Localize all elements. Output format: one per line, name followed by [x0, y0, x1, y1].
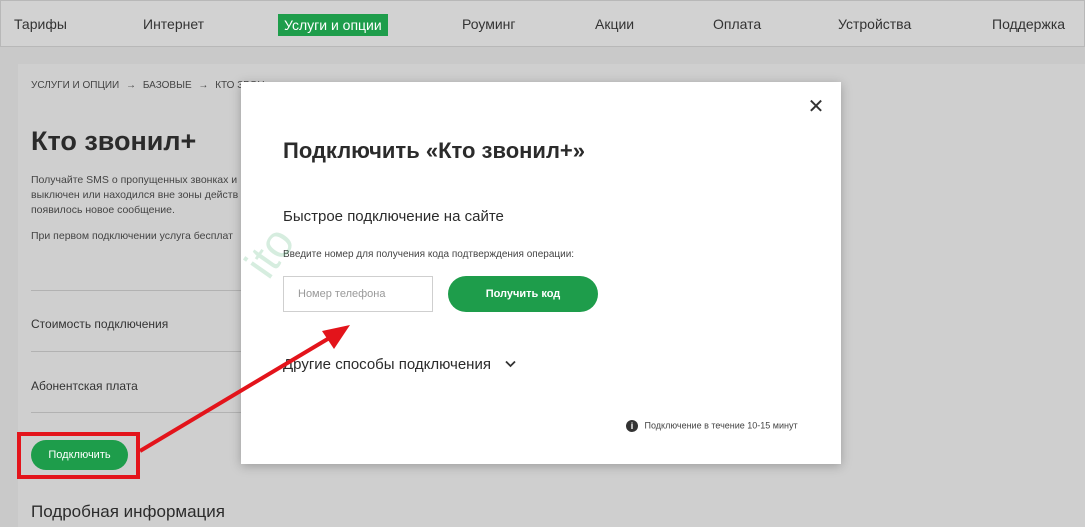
- divider: [31, 290, 241, 291]
- nav-item-promos[interactable]: Акции: [595, 15, 634, 33]
- nav-item-services[interactable]: Услуги и опции: [278, 14, 388, 36]
- breadcrumb-separator: →: [198, 80, 209, 91]
- breadcrumb-item-services[interactable]: Услуги и опции: [31, 80, 119, 91]
- chevron-down-icon: [505, 359, 516, 371]
- modal-subtitle: Быстрое подключение на сайте: [283, 208, 504, 225]
- nav-item-internet[interactable]: Интернет: [143, 15, 204, 33]
- description-line: появилось новое сообщение.: [31, 204, 175, 216]
- breadcrumb-separator: →: [126, 80, 137, 91]
- connection-time-note: i Подключение в течение 10-15 минут: [626, 420, 798, 432]
- fee-label: Абонентская плата: [31, 379, 138, 393]
- first-connect-note: При первом подключении услуга бесплат: [31, 230, 233, 242]
- divider: [31, 412, 241, 413]
- nav-item-roaming[interactable]: Роуминг: [462, 15, 515, 33]
- nav-item-payment[interactable]: Оплата: [713, 15, 761, 33]
- description-line: выключен или находился вне зоны действ: [31, 189, 239, 201]
- page-title: Кто звонил+: [31, 126, 197, 156]
- other-ways-label: Другие способы подключения: [283, 356, 491, 373]
- footnote-text: Подключение в течение 10-15 минут: [644, 420, 798, 431]
- modal-hint: Введите номер для получения кода подтвер…: [283, 249, 575, 260]
- phone-input[interactable]: [283, 276, 433, 312]
- nav-item-devices[interactable]: Устройства: [838, 15, 911, 33]
- top-nav: Тарифы Интернет Услуги и опции Роуминг А…: [0, 0, 1085, 47]
- more-info-heading: Подробная информация: [31, 502, 225, 521]
- get-code-button[interactable]: Получить код: [448, 276, 598, 312]
- annotation-highlight-box: [17, 432, 140, 479]
- divider: [31, 351, 241, 352]
- nav-item-tariffs[interactable]: Тарифы: [14, 15, 67, 33]
- close-icon[interactable]: ✕: [806, 97, 826, 117]
- price-label: Стоимость подключения: [31, 317, 169, 331]
- modal-title: Подключить «Кто звонил+»: [283, 138, 586, 163]
- description-line: Получайте SMS о пропущенных звонках и: [31, 174, 238, 186]
- breadcrumb-item-basic[interactable]: Базовые: [143, 80, 192, 91]
- nav-item-support[interactable]: Поддержка: [992, 15, 1065, 33]
- connect-modal: ✕ Подключить «Кто звонил+» Быстрое подкл…: [241, 82, 841, 464]
- breadcrumb: Услуги и опции → Базовые → Кто звон: [31, 80, 269, 91]
- info-icon: i: [626, 420, 638, 432]
- service-description: Получайте SMS о пропущенных звонках и вы…: [31, 173, 246, 218]
- other-ways-toggle[interactable]: Другие способы подключения: [283, 356, 516, 373]
